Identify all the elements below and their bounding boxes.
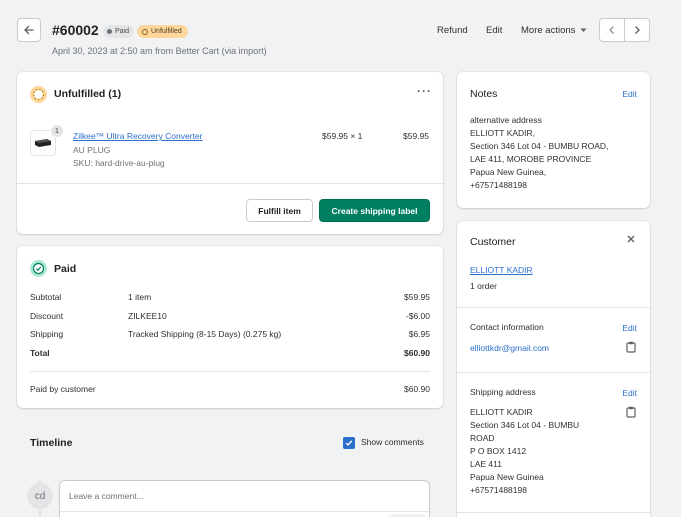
order-pagination xyxy=(599,18,650,42)
divider xyxy=(457,307,650,308)
notes-line: Section 346 Lot 04 - BUMBU ROAD, xyxy=(470,141,609,151)
shipping-address-text: ELLIOTT KADIR Section 346 Lot 04 - BUMBU… xyxy=(470,406,579,497)
more-options-icon[interactable]: ··· xyxy=(417,84,432,98)
copy-email-icon[interactable] xyxy=(626,341,636,355)
address-line: +67571488198 xyxy=(470,485,527,495)
customer-order-count: 1 order xyxy=(470,281,497,291)
unfulfilled-dot-icon xyxy=(142,28,148,35)
divider xyxy=(30,371,430,372)
notes-edit-button[interactable]: Edit xyxy=(622,88,637,101)
product-line-total: $59.95 xyxy=(403,131,429,141)
paid-status-badge: Paid xyxy=(103,25,135,38)
notes-title: Notes xyxy=(470,88,498,100)
divider xyxy=(17,183,443,184)
unfulfilled-badge-label: Unfulfilled xyxy=(151,28,182,35)
fulfill-item-button[interactable]: Fulfill item xyxy=(246,199,313,222)
customer-email-link[interactable]: elliottkdr@gmail.com xyxy=(470,342,549,355)
previous-order-button[interactable] xyxy=(600,19,625,41)
notes-line: Papua New Guinea, xyxy=(470,167,547,177)
back-button[interactable] xyxy=(17,18,41,42)
notes-line: alternative address xyxy=(470,115,542,125)
contact-edit-button[interactable]: Edit xyxy=(622,322,637,335)
notes-card: Notes Edit alternative address ELLIOTT K… xyxy=(457,72,650,208)
contact-info-title: Contact information xyxy=(470,322,544,332)
chevron-right-icon xyxy=(635,26,640,34)
paid-by-customer-label: Paid by customer xyxy=(30,384,96,394)
next-order-button[interactable] xyxy=(625,19,649,41)
paid-badge-label: Paid xyxy=(115,28,130,35)
address-line: P O BOX 1412 xyxy=(470,446,527,456)
timeline-title: Timeline xyxy=(30,437,73,449)
product-sku: SKU: hard-drive-au-plug xyxy=(73,158,165,168)
notes-text: alternative address ELLIOTT KADIR, Secti… xyxy=(470,114,608,192)
product-image-icon xyxy=(35,139,51,147)
paid-dot-icon xyxy=(107,29,112,34)
edit-order-button[interactable]: Edit xyxy=(486,25,502,36)
subtotal-detail: 1 item xyxy=(128,292,152,302)
chevron-left-icon xyxy=(609,26,614,34)
comment-input[interactable]: Leave a comment... xyxy=(69,490,144,503)
shipping-amount: $6.95 xyxy=(408,329,430,339)
product-variant: AU PLUG xyxy=(73,145,111,155)
notes-line: +67571488198 xyxy=(470,180,527,190)
shipping-label: Shipping xyxy=(30,329,64,339)
arrow-left-icon xyxy=(24,25,34,35)
fulfillment-title: Unfulfilled (1) xyxy=(54,88,122,100)
unfulfilled-status-icon xyxy=(30,86,47,103)
comment-box[interactable]: Leave a comment... xyxy=(59,480,430,517)
discount-label: Discount xyxy=(30,311,64,321)
shipping-address-title: Shipping address xyxy=(470,387,536,397)
address-line: Papua New Guinea xyxy=(470,472,544,482)
checkmark-icon xyxy=(345,439,353,446)
total-amount: $60.90 xyxy=(404,348,430,358)
refund-button[interactable]: Refund xyxy=(437,25,468,36)
close-icon[interactable] xyxy=(626,234,636,246)
discount-amount: -$6.00 xyxy=(405,311,430,321)
customer-card: Customer ELLIOTT KADIR 1 order Contact i… xyxy=(457,221,650,517)
unfulfilled-status-badge: Unfulfilled xyxy=(137,25,188,38)
caret-down-icon xyxy=(580,28,587,32)
divider xyxy=(457,512,650,513)
avatar: cd xyxy=(27,483,53,509)
fulfillment-card: Unfulfilled (1) ··· 1 Zilkee™ Ultra Reco… xyxy=(17,72,443,234)
customer-title: Customer xyxy=(470,236,516,248)
address-line: LAE 411 xyxy=(470,459,502,469)
divider xyxy=(457,372,650,373)
shipping-address-edit-button[interactable]: Edit xyxy=(622,387,637,400)
payment-card: Paid Subtotal 1 item $59.95 Discount ZIL… xyxy=(17,246,443,408)
customer-name-link[interactable]: ELLIOTT KADIR xyxy=(470,264,533,277)
create-shipping-label-button[interactable]: Create shipping label xyxy=(319,199,430,222)
shipping-detail: Tracked Shipping (8-15 Days) (0.275 kg) xyxy=(128,329,282,339)
more-actions-label: More actions xyxy=(521,25,576,36)
subtotal-amount: $59.95 xyxy=(404,292,430,302)
quantity-badge: 1 xyxy=(50,124,64,138)
show-comments-checkbox[interactable] xyxy=(343,436,355,449)
more-actions-button[interactable]: More actions xyxy=(521,25,587,36)
total-label: Total xyxy=(30,348,50,358)
notes-line: LAE 411, MOROBE PROVINCE xyxy=(470,154,592,164)
subtotal-label: Subtotal xyxy=(30,292,62,302)
order-subtitle: April 30, 2023 at 2:50 am from Better Ca… xyxy=(52,46,267,56)
paid-status-icon xyxy=(30,260,47,277)
product-name-link[interactable]: Zilkee™ Ultra Recovery Converter xyxy=(73,130,202,143)
notes-line: ELLIOTT KADIR, xyxy=(470,128,536,138)
copy-address-icon[interactable] xyxy=(626,406,636,420)
show-comments-label: Show comments xyxy=(361,437,424,447)
divider xyxy=(60,511,429,512)
order-number: #60002 xyxy=(52,22,99,38)
address-line: ROAD xyxy=(470,433,495,443)
discount-detail: ZILKEE10 xyxy=(128,311,167,321)
show-comments-toggle[interactable]: Show comments xyxy=(343,436,424,449)
address-line: Section 346 Lot 04 - BUMBU xyxy=(470,420,580,430)
product-price-qty: $59.95 × 1 xyxy=(322,131,363,141)
payment-title: Paid xyxy=(54,263,77,275)
address-line: ELLIOTT KADIR xyxy=(470,407,533,417)
paid-by-customer-amount: $60.90 xyxy=(404,384,430,394)
